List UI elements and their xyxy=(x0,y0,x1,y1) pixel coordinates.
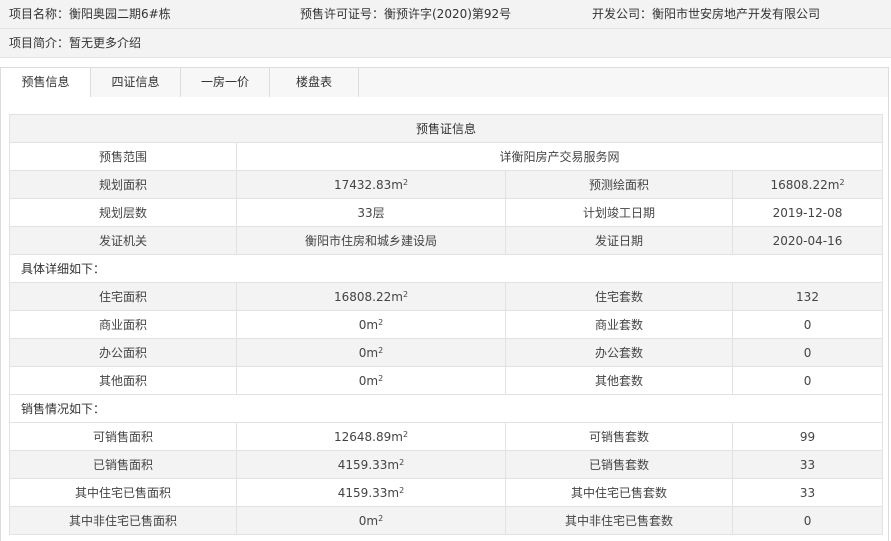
table-row: 已销售面积 4159.33m2 已销售套数 33 xyxy=(9,450,884,479)
cell-label: 其他套数 xyxy=(505,366,733,395)
cell-label: 规划面积 xyxy=(9,170,237,199)
cell-label: 预测绘面积 xyxy=(505,170,733,199)
tab-presale-info[interactable]: 预售信息 xyxy=(1,68,91,98)
table-row: 其中非住宅已售面积 0m2 其中非住宅已售套数 0 xyxy=(9,506,884,535)
table-row: 发证机关 衡阳市住房和城乡建设局 发证日期 2020-04-16 xyxy=(9,226,884,255)
cell-value: 0 xyxy=(731,506,884,535)
cell-value: 16808.22m2 xyxy=(731,170,884,199)
cell-value: 4159.33m2 xyxy=(236,450,506,479)
cell-value: 0m2 xyxy=(236,506,506,535)
cell-value: 0 xyxy=(731,338,884,367)
table-row: 办公面积 0m2 办公套数 0 xyxy=(9,338,884,367)
table-row: 预售范围 详衡阳房产交易服务网 xyxy=(9,142,884,171)
cell-value: 详衡阳房产交易服务网 xyxy=(235,142,884,171)
table-title: 预售证信息 xyxy=(8,114,884,143)
cell-value: 132 xyxy=(731,282,884,311)
project-intro: 项目简介：暂无更多介绍 xyxy=(9,36,142,50)
cell-value: 0 xyxy=(731,310,884,339)
cell-value: 0m2 xyxy=(236,338,506,367)
table-row: 其中住宅已售面积 4159.33m2 其中住宅已售套数 33 xyxy=(9,478,884,507)
tab-bar: 预售信息 四证信息 一房一价 楼盘表 xyxy=(0,67,889,98)
cell-value: 33层 xyxy=(236,198,506,227)
table-row: 住宅面积 16808.22m2 住宅套数 132 xyxy=(9,282,884,311)
tab-building-table[interactable]: 楼盘表 xyxy=(270,68,359,97)
cell-label: 商业面积 xyxy=(9,310,237,339)
table-row: 商业面积 0m2 商业套数 0 xyxy=(9,310,884,339)
cell-label: 其中非住宅已售套数 xyxy=(505,506,733,535)
tab-four-certificates[interactable]: 四证信息 xyxy=(91,68,181,97)
cell-label: 规划层数 xyxy=(9,198,237,227)
section-row: 具体详细如下： xyxy=(8,254,884,283)
cell-label: 发证日期 xyxy=(505,226,733,255)
section-heading-sales: 销售情况如下： xyxy=(8,394,884,423)
cell-value: 0m2 xyxy=(236,310,506,339)
cell-value: 16808.22m2 xyxy=(236,282,506,311)
section-row: 销售情况如下： xyxy=(8,394,884,423)
cell-label: 已销售面积 xyxy=(9,450,237,479)
table-row: 其他面积 0m2 其他套数 0 xyxy=(9,366,884,395)
cell-label: 可销售套数 xyxy=(505,422,733,451)
cell-label: 已销售套数 xyxy=(505,450,733,479)
cell-label: 住宅套数 xyxy=(505,282,733,311)
cell-label: 预售范围 xyxy=(9,142,237,171)
cell-value: 2019-12-08 xyxy=(731,198,884,227)
cell-label: 发证机关 xyxy=(9,226,237,255)
cell-value: 33 xyxy=(731,450,884,479)
project-info-row: 项目名称：衡阳奥园二期6#栋 预售许可证号：衡预许字(2020)第92号 开发公… xyxy=(0,0,891,29)
table-title-row: 预售证信息 xyxy=(8,114,884,143)
cell-label: 其他面积 xyxy=(9,366,237,395)
cell-label: 其中住宅已售套数 xyxy=(505,478,733,507)
project-name: 项目名称：衡阳奥园二期6#栋 xyxy=(9,7,171,21)
cell-value: 12648.89m2 xyxy=(236,422,506,451)
cell-value: 4159.33m2 xyxy=(236,478,506,507)
cell-value: 17432.83m2 xyxy=(236,170,506,199)
cell-label: 可销售面积 xyxy=(9,422,237,451)
cell-label: 其中住宅已售面积 xyxy=(9,478,237,507)
presale-info-panel: 预售证信息 预售范围 详衡阳房产交易服务网 规划面积 17432.83m2 预测… xyxy=(0,97,889,541)
cell-value: 33 xyxy=(731,478,884,507)
cell-value: 2020-04-16 xyxy=(731,226,884,255)
cell-value: 0 xyxy=(731,366,884,395)
cell-value: 99 xyxy=(731,422,884,451)
developer-company: 开发公司：衡阳市世安房地产开发有限公司 xyxy=(592,7,821,21)
cell-label: 住宅面积 xyxy=(9,282,237,311)
presale-certificate-table: 预售证信息 预售范围 详衡阳房产交易服务网 规划面积 17432.83m2 预测… xyxy=(8,114,884,535)
cell-label: 商业套数 xyxy=(505,310,733,339)
cell-label: 其中非住宅已售面积 xyxy=(9,506,237,535)
tab-one-room-one-price[interactable]: 一房一价 xyxy=(181,68,270,97)
cell-label: 计划竣工日期 xyxy=(505,198,733,227)
table-row: 可销售面积 12648.89m2 可销售套数 99 xyxy=(9,422,884,451)
table-row: 规划层数 33层 计划竣工日期 2019-12-08 xyxy=(9,198,884,227)
cell-value: 衡阳市住房和城乡建设局 xyxy=(236,226,506,255)
table-row: 规划面积 17432.83m2 预测绘面积 16808.22m2 xyxy=(9,170,884,199)
cell-label: 办公套数 xyxy=(505,338,733,367)
section-heading-detail: 具体详细如下： xyxy=(8,254,884,283)
cell-label: 办公面积 xyxy=(9,338,237,367)
project-intro-row: 项目简介：暂无更多介绍 xyxy=(0,29,891,58)
cell-value: 0m2 xyxy=(236,366,506,395)
presale-permit-number: 预售许可证号：衡预许字(2020)第92号 xyxy=(300,7,512,21)
